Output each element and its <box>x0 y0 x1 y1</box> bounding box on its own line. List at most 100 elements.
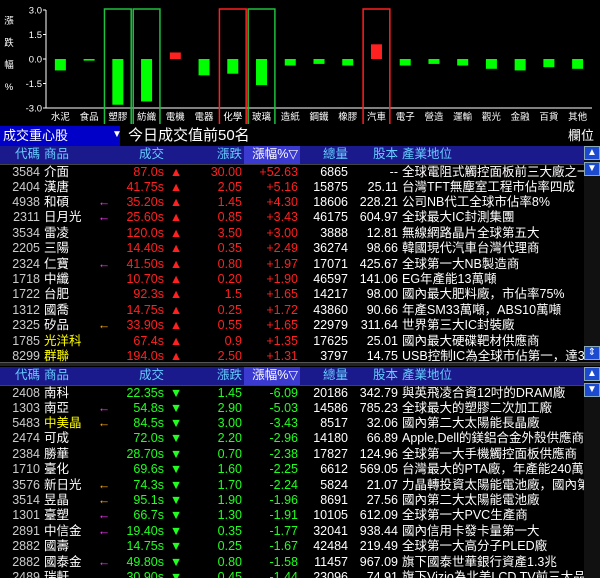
bottom-scrollbar[interactable]: ▲ ▼ <box>584 367 600 578</box>
column-header[interactable]: 成交 <box>114 146 166 165</box>
capital: -- <box>389 164 398 179</box>
marker-arrow-icon: ← <box>97 400 111 415</box>
column-header[interactable]: 股本 <box>350 146 400 165</box>
table-row[interactable]: 1718 中纖 10.70s ▲ 0.20 +1.90 46597 141.06 EG年產能13… <box>0 272 584 287</box>
column-header[interactable]: 漲跌 <box>186 367 244 386</box>
column-header[interactable]: 產業地位 <box>400 367 584 386</box>
table-row[interactable]: 2891 中信金 ← 19.40s ▼ 0.35 -1.77 32041 938.44 國內信用卡… <box>0 524 584 539</box>
table-row[interactable]: 1301 臺塑 ← 66.7s ▼ 1.30 -1.91 10105 612.09 全球第一大PV… <box>0 508 584 523</box>
price: 84.5s <box>133 416 164 431</box>
dropdown-icon[interactable]: ▼ <box>112 129 122 140</box>
column-header[interactable] <box>166 367 186 386</box>
expand-icon[interactable]: ⇕ <box>584 346 600 360</box>
top-scrollbar[interactable]: ▲ ▼ ⇕ <box>584 146 600 360</box>
industry-position: 國內第二大太陽能長晶廠 <box>402 416 540 431</box>
table-row[interactable]: 3584 介面 87.0s ▲ 30.00 +52.63 6865 -- 全球電阻式觸控面板前三… <box>0 164 584 180</box>
marker-arrow-icon <box>94 539 114 554</box>
table-row[interactable]: 1312 國喬 14.75s ▲ 0.25 +1.72 43860 90.66 年產SM33萬噸… <box>0 303 584 318</box>
column-header[interactable]: 漲跌 <box>186 146 244 165</box>
table-row[interactable]: 1722 台肥 92.3s ▲ 1.5 +1.65 14217 98.00 國內最大肥料廠，市佔… <box>0 287 584 302</box>
change-percent: -1.91 <box>269 508 299 523</box>
scroll-down-icon[interactable]: ▼ <box>584 383 600 397</box>
column-header[interactable]: 代碼 <box>0 146 42 165</box>
up-arrow-icon: ▲ <box>169 179 183 194</box>
table-row[interactable]: 2311 日月光 ← 25.60s ▲ 0.85 +3.43 46175 604.97 全球最大I… <box>0 210 584 225</box>
scroll-down-icon[interactable]: ▼ <box>584 162 600 176</box>
column-header[interactable]: 商品 <box>42 146 94 165</box>
change: 1.70 <box>217 477 242 492</box>
table-row[interactable]: 2325 矽品 ← 33.90s ▲ 0.55 +1.65 22979 311.64 世界第三大I… <box>0 318 584 333</box>
table-row[interactable]: 3514 昱晶 ← 95.1s ▼ 1.90 -1.96 8691 27.56 國內第二大太陽能電… <box>0 493 584 508</box>
panel-divider[interactable] <box>0 362 600 366</box>
table-row[interactable]: 2404 漢唐 41.75s ▲ 2.05 +5.16 15875 25.11 台灣TFT無塵室… <box>0 180 584 195</box>
marker-arrow-icon: ← <box>97 195 111 210</box>
table-row[interactable]: 2408 南科 22.35s ▼ 1.45 -6.09 20186 342.79 與英飛凌合資1… <box>0 385 584 401</box>
change: 0.55 <box>217 318 242 333</box>
change-percent: -1.67 <box>269 539 299 554</box>
industry-position: 旗下Vizio為北美LCD TV前三大品牌 <box>402 569 584 578</box>
marker-arrow-icon: ← <box>97 416 111 431</box>
table-row[interactable]: 5483 中美晶 ← 84.5s ▼ 3.00 -3.43 8517 32.06 國內第二大太陽能… <box>0 416 584 431</box>
table-row[interactable]: 2882 國泰金 ← 49.80s ▼ 0.80 -1.58 11457 967.09 旗下國泰世… <box>0 554 584 569</box>
column-header[interactable]: 股本 <box>350 367 400 386</box>
volume: 8691 <box>320 493 348 508</box>
stock-name: 臺化 <box>44 462 70 477</box>
chart-svg: 3.0 1.5 0.0 -1.5 -3.0 漲跌幅% 水泥 食品 塑膠 紡織 電機 電器 化學 玻璃 造紙鋼… <box>4 6 592 124</box>
marker-arrow-icon <box>94 570 114 578</box>
up-arrow-icon: ▲ <box>169 333 183 348</box>
price: 54.8s <box>133 400 164 415</box>
capital: 98.00 <box>366 287 398 302</box>
capital: 27.56 <box>366 493 398 508</box>
table-row[interactable]: 2205 三陽 14.40s ▲ 0.35 +2.49 36274 98.66 韓國現代汽車台灣… <box>0 241 584 256</box>
scroll-up-icon[interactable]: ▲ <box>584 146 600 160</box>
x-tick-label: 其他 <box>568 111 588 123</box>
column-header[interactable]: 漲幅%▽ <box>244 146 300 165</box>
table-row[interactable]: 3534 雷凌 120.0s ▲ 3.50 +3.00 3888 12.81 無線網路晶片全球第… <box>0 226 584 241</box>
marker-arrow-icon <box>94 447 114 462</box>
table-row[interactable]: 2489 瑞軒 30.90s ▼ 0.45 -1.44 23096 74.91 旗下Vizio為… <box>0 570 584 578</box>
y-tick-label: 3.0 <box>29 6 42 17</box>
y-tick-label: 0.0 <box>29 55 42 66</box>
column-header[interactable]: 代碼 <box>0 367 42 386</box>
stock-name: 光洋科 <box>44 333 82 348</box>
volume: 5824 <box>320 477 348 492</box>
marker-arrow-icon <box>94 226 114 241</box>
capital: 12.81 <box>366 225 398 240</box>
change: 3.00 <box>217 416 242 431</box>
stock-name: 漢唐 <box>44 179 70 194</box>
column-header[interactable]: 漲幅%▽ <box>244 367 300 386</box>
stock-name: 矽品 <box>44 318 70 333</box>
scroll-up-icon[interactable]: ▲ <box>584 367 600 381</box>
stock-name: 三陽 <box>44 241 70 256</box>
change: 0.35 <box>217 241 242 256</box>
volume: 17827 <box>313 446 348 461</box>
column-header[interactable]: 商品 <box>42 367 94 386</box>
table-row[interactable]: 1785 光洋科 67.4s ▲ 0.9 +1.35 17625 25.01 國內最大硬碟靶材供… <box>0 333 584 348</box>
column-header[interactable]: 總量 <box>300 367 350 386</box>
column-header[interactable] <box>166 146 186 165</box>
capital: 21.07 <box>366 477 398 492</box>
table-row[interactable]: 2384 勝華 28.70s ▼ 0.70 -2.38 17827 124.96 全球第一大手機… <box>0 447 584 462</box>
price: 41.75s <box>126 179 164 194</box>
columns-button[interactable]: 欄位 <box>544 126 600 146</box>
table-row[interactable]: 2882 國壽 14.75s ▼ 0.25 -1.67 42484 219.49 全球第一大高分… <box>0 539 584 554</box>
table-row[interactable]: 1710 臺化 69.6s ▼ 1.60 -2.25 6612 569.05 台灣最大的PTA廠… <box>0 462 584 477</box>
table-row[interactable]: 3576 新日光 ← 74.3s ▼ 1.70 -2.24 5824 21.07 力晶轉投資太陽能… <box>0 477 584 492</box>
column-header[interactable]: 產業地位 <box>400 146 584 165</box>
table-row[interactable]: 4938 和碩 ← 35.20s ▲ 1.45 +4.30 18606 228.21 公司NB代工… <box>0 195 584 210</box>
capital: 141.06 <box>359 272 398 287</box>
column-header[interactable] <box>94 146 114 165</box>
down-arrow-icon: ▼ <box>169 539 183 554</box>
table-row[interactable]: 1303 南亞 ← 54.8s ▼ 2.90 -5.03 14586 785.23 全球最大的塑膠… <box>0 401 584 416</box>
column-header[interactable]: 總量 <box>300 146 350 165</box>
stock-name: 昱晶 <box>44 493 70 508</box>
category-selector[interactable]: 成交重心股 <box>0 126 120 146</box>
table-row[interactable]: 2474 可成 72.0s ▼ 2.20 -2.96 14180 66.89 Apple,Del… <box>0 431 584 446</box>
volume: 22979 <box>313 318 348 333</box>
column-header[interactable] <box>94 367 114 386</box>
table-row[interactable]: 2324 仁寶 ← 41.50s ▲ 0.80 +1.97 17071 425.67 全球第一大N… <box>0 256 584 271</box>
change: 2.20 <box>217 431 242 446</box>
column-header[interactable]: 成交 <box>114 367 166 386</box>
price: 35.20s <box>126 195 164 210</box>
change-percent: +1.65 <box>266 318 298 333</box>
